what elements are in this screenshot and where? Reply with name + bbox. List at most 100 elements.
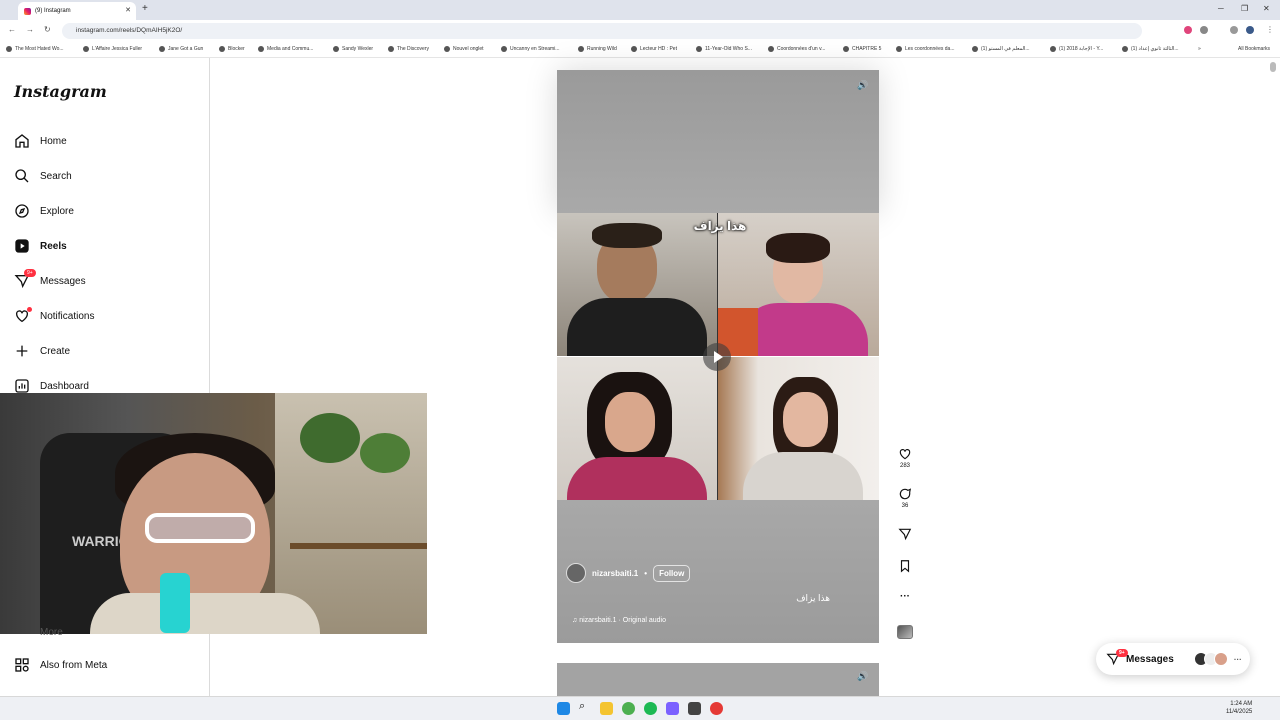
search-icon[interactable]: ⌕: [579, 700, 592, 713]
sidebar-item-create[interactable]: Create: [14, 339, 194, 363]
video-panel-2: [718, 213, 879, 356]
more-options-icon[interactable]: ···: [893, 591, 917, 602]
follow-button[interactable]: Follow: [653, 564, 691, 582]
speaker-icon[interactable]: 🔊: [857, 80, 869, 92]
share-action[interactable]: [893, 527, 917, 543]
reel-caption[interactable]: هذا يزاف: [780, 593, 830, 604]
bookmark-label: Coordonnées d'un v...: [777, 46, 826, 52]
new-tab-button[interactable]: +: [142, 3, 148, 14]
sidebar-item-label: Also from Meta: [40, 659, 108, 671]
restore-icon[interactable]: ❐: [1241, 4, 1248, 13]
bookmark-item[interactable]: Jane Got a Gun: [159, 46, 203, 52]
app-icon[interactable]: [688, 702, 701, 715]
close-window-icon[interactable]: ✕: [1263, 4, 1270, 13]
bookmark-icon: [900, 560, 910, 573]
address-bar[interactable]: instagram.com/reels/DQmAIH5jK2O/: [62, 23, 1142, 39]
bookmark-item[interactable]: Coordonnées d'un v...: [768, 46, 825, 52]
extension-icon[interactable]: [1184, 26, 1192, 34]
sidebar-item-also-from-meta[interactable]: Also from Meta: [14, 657, 107, 673]
bookmark-label: L'Affaire Jessica Fuller: [92, 46, 143, 52]
reel-audio[interactable]: ♫ nizarsbaiti.1 · Original audio: [572, 617, 666, 624]
author-username[interactable]: nizarsbaiti.1: [592, 569, 638, 578]
app-icon[interactable]: [710, 702, 723, 715]
sidebar-item-messages[interactable]: 9+ Messages: [14, 269, 194, 293]
forward-icon[interactable]: →: [26, 25, 34, 34]
windows-start-icon[interactable]: [557, 702, 570, 715]
speaker-icon[interactable]: 🔊: [857, 671, 869, 683]
sidebar-item-search[interactable]: Search: [14, 164, 194, 188]
bookmark-label: (1) الإجابة 2018 - Y...: [1059, 46, 1104, 52]
reload-icon[interactable]: ↻: [44, 25, 51, 34]
browser-tab-bar: (9) Instagram ✕ + ─ ❐ ✕: [0, 0, 1280, 20]
messages-badge: 9+: [1116, 649, 1128, 657]
bookmark-item[interactable]: The Discovery: [388, 46, 429, 52]
sidebar-item-label: Dashboard: [40, 380, 89, 392]
sidebar-icon[interactable]: [1230, 26, 1238, 34]
kebab-menu-icon[interactable]: ⋮: [1266, 25, 1274, 34]
sidebar-item-home[interactable]: Home: [14, 129, 194, 153]
instagram-favicon-icon: [24, 7, 31, 15]
webcam-overlay: WARRIOR: [0, 393, 427, 634]
clock-time: 1:24 AM: [1230, 701, 1253, 707]
like-action[interactable]: 283: [893, 447, 917, 469]
bookmark-favicon-icon: [1122, 46, 1128, 52]
close-tab-icon[interactable]: ✕: [125, 6, 131, 14]
bookmark-item[interactable]: Nouvel onglet: [444, 46, 484, 52]
chrome-icon[interactable]: [622, 702, 635, 715]
sidebar-item-reels[interactable]: Reels: [14, 234, 194, 258]
bookmark-item[interactable]: Running Wild: [578, 46, 617, 52]
video-overlay-text: هذا يزاف: [693, 219, 747, 233]
bookmark-item[interactable]: Media and Commu...: [258, 46, 313, 52]
bookmark-item[interactable]: The Most Hated Wo...: [6, 46, 64, 52]
comment-count: 36: [901, 503, 909, 509]
bookmark-favicon-icon: [258, 46, 264, 52]
instagram-logo[interactable]: Instagram: [14, 82, 107, 101]
bookmark-item[interactable]: Les coordonnées da...: [896, 46, 954, 52]
reel-author: nizarsbaiti.1 • Follow: [566, 563, 691, 583]
bookmark-item[interactable]: Blocker: [219, 46, 245, 52]
comment-action[interactable]: 36: [893, 487, 917, 509]
bookmark-item[interactable]: (1) الإجابة 2018 - Y...: [1050, 46, 1103, 52]
bookmark-item[interactable]: Sandy Wexler: [333, 46, 373, 52]
bookmark-favicon-icon: [696, 46, 702, 52]
profile-avatar-icon[interactable]: [1246, 26, 1254, 34]
bookmark-item[interactable]: CHAPITRE 5: [843, 46, 881, 52]
file-explorer-icon[interactable]: [600, 702, 613, 715]
bookmark-favicon-icon: [896, 46, 902, 52]
sidebar-item-explore[interactable]: Explore: [14, 199, 194, 223]
bookmark-item[interactable]: (1) المعلم في المستو...: [972, 46, 1030, 52]
minimize-icon[interactable]: ─: [1218, 4, 1224, 13]
bookmark-item[interactable]: (1) الثالثة ثانوي إعداد...: [1122, 46, 1179, 52]
all-bookmarks-button[interactable]: All Bookmarks: [1238, 46, 1270, 52]
spotify-icon[interactable]: [644, 702, 657, 715]
system-clock[interactable]: 1:24 AM 11/4/2025: [1226, 700, 1252, 716]
app-icon[interactable]: [666, 702, 679, 715]
extensions-puzzle-icon[interactable]: [1200, 26, 1208, 34]
bookmark-item[interactable]: Uncanny en Streami...: [501, 46, 559, 52]
sidebar-item-notifications[interactable]: Notifications: [14, 304, 194, 328]
bookmark-favicon-icon: [83, 46, 89, 52]
messages-floating-button[interactable]: 9+ Messages ···: [1096, 643, 1250, 675]
bookmark-item[interactable]: Lecteur HD : Pet: [631, 46, 677, 52]
sidebar-item-label: Create: [40, 345, 71, 357]
play-button[interactable]: [703, 343, 731, 371]
bookmark-favicon-icon: [631, 46, 637, 52]
audio-thumbnail[interactable]: [897, 625, 913, 639]
tab-instagram[interactable]: (9) Instagram ✕: [18, 2, 136, 20]
save-action[interactable]: [893, 559, 917, 575]
back-icon[interactable]: ←: [8, 25, 16, 34]
bookmark-item[interactable]: 11-Year-Old Who S...: [696, 46, 752, 52]
page-scrollbar[interactable]: [1270, 62, 1276, 72]
bookmark-label: CHAPITRE 5: [852, 46, 882, 52]
bookmark-item[interactable]: L'Affaire Jessica Fuller: [83, 46, 142, 52]
bookmark-label: (1) المعلم في المستو...: [981, 46, 1030, 52]
bookmark-label: Jane Got a Gun: [168, 46, 204, 52]
bookmark-favicon-icon: [333, 46, 339, 52]
previous-reel[interactable]: 🔊: [557, 70, 879, 213]
sidebar-item-more[interactable]: More: [40, 627, 63, 638]
author-avatar[interactable]: [566, 563, 586, 583]
comment-icon: [899, 488, 912, 500]
browser-toolbar: ← → ↻ instagram.com/reels/DQmAIH5jK2O/ ⋮: [0, 20, 1280, 42]
bookmark-label: »: [1198, 46, 1201, 52]
bookmark-item[interactable]: »: [1198, 46, 1201, 52]
